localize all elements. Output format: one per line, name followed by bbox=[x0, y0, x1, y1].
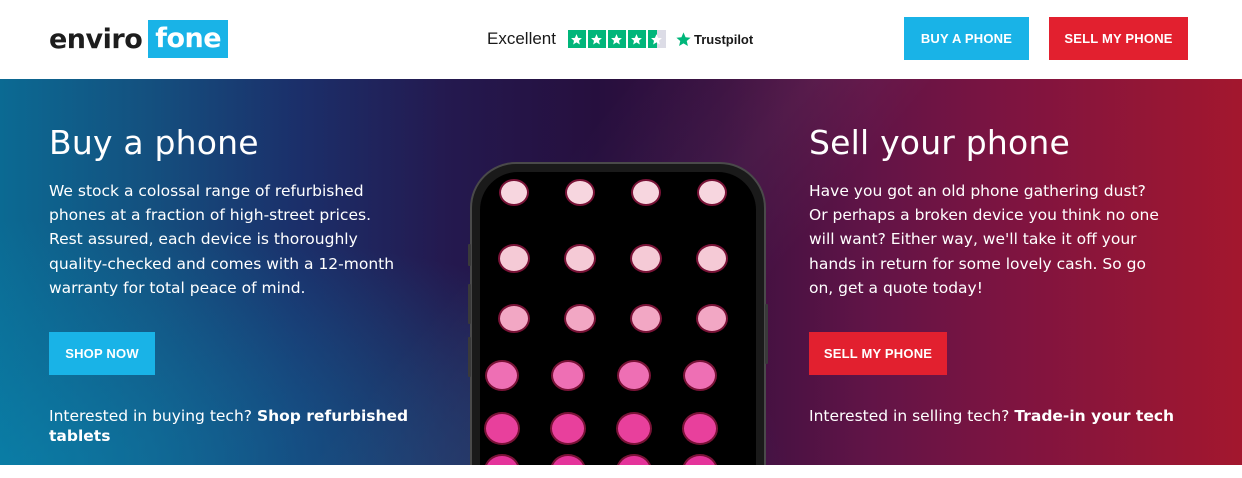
phone-side-button bbox=[468, 337, 471, 377]
star-icon bbox=[607, 30, 626, 48]
trustpilot-logo: Trustpilot bbox=[675, 31, 753, 48]
screen-dot bbox=[698, 246, 726, 272]
phone-screen bbox=[480, 172, 756, 465]
trustpilot-brand: Trustpilot bbox=[693, 31, 754, 47]
screen-dot bbox=[566, 246, 594, 272]
screen-dot bbox=[619, 362, 649, 389]
sell-my-phone-header-button[interactable]: SELL MY PHONE bbox=[1049, 17, 1188, 60]
screen-dot bbox=[567, 181, 593, 205]
shop-now-button[interactable]: SHOP NOW bbox=[49, 332, 155, 375]
phone-side-button bbox=[468, 284, 471, 324]
site-header: enviro fone Excellent Trustpilot BUY A P… bbox=[0, 0, 1242, 79]
screen-dot bbox=[632, 306, 660, 332]
half-star-icon bbox=[647, 30, 666, 48]
trustpilot-rating-label: Excellent bbox=[487, 29, 556, 48]
buy-section-text: We stock a colossal range of refurbished… bbox=[49, 182, 395, 297]
screen-dot bbox=[566, 306, 594, 332]
sell-footnote-prefix: Interested in selling tech? bbox=[809, 407, 1010, 425]
screen-dot bbox=[501, 181, 527, 205]
screen-dot bbox=[486, 414, 518, 443]
screen-dot bbox=[552, 456, 584, 465]
phone-side-button bbox=[468, 244, 471, 266]
screen-dot bbox=[500, 306, 528, 332]
screen-dot bbox=[486, 456, 518, 465]
screen-dot bbox=[633, 181, 659, 205]
screen-dot bbox=[487, 362, 517, 389]
trustpilot-stars bbox=[567, 30, 666, 48]
buy-footnote: Interested in buying tech? Shop refurbis… bbox=[49, 406, 449, 446]
screen-dot bbox=[698, 306, 726, 332]
phone-illustration bbox=[470, 162, 766, 465]
screen-dot bbox=[618, 456, 650, 465]
screen-dot bbox=[500, 246, 528, 272]
screen-dot bbox=[685, 362, 715, 389]
phone-side-button bbox=[765, 304, 768, 364]
sell-my-phone-hero-button[interactable]: SELL MY PHONE bbox=[809, 332, 947, 375]
sell-section-title: Sell your phone bbox=[809, 123, 1071, 162]
logo-text-left: enviro bbox=[49, 23, 143, 55]
logo-text-right: fone bbox=[148, 20, 229, 58]
sell-section-text: Have you got an old phone gathering dust… bbox=[809, 182, 1159, 297]
trustpilot-widget[interactable]: Excellent Trustpilot bbox=[487, 28, 753, 50]
buy-a-phone-button[interactable]: BUY A PHONE bbox=[904, 17, 1029, 60]
star-icon bbox=[627, 30, 646, 48]
screen-dot bbox=[552, 414, 584, 443]
trade-in-your-tech-link[interactable]: Trade-in your tech bbox=[1014, 407, 1174, 425]
buy-footnote-prefix: Interested in buying tech? bbox=[49, 407, 253, 425]
screen-dot bbox=[699, 181, 725, 205]
star-icon bbox=[567, 30, 586, 48]
screen-dot bbox=[618, 414, 650, 443]
buy-section-title: Buy a phone bbox=[49, 123, 259, 162]
screen-dot bbox=[684, 456, 716, 465]
envirofone-logo[interactable]: enviro fone bbox=[49, 20, 229, 58]
screen-dot bbox=[553, 362, 583, 389]
screen-dot bbox=[684, 414, 716, 443]
sell-footnote: Interested in selling tech? Trade-in you… bbox=[809, 406, 1229, 426]
screen-dot bbox=[632, 246, 660, 272]
trustpilot-star-icon bbox=[676, 31, 691, 46]
hero-banner: Buy a phone We stock a colossal range of… bbox=[0, 79, 1242, 465]
star-icon bbox=[587, 30, 606, 48]
